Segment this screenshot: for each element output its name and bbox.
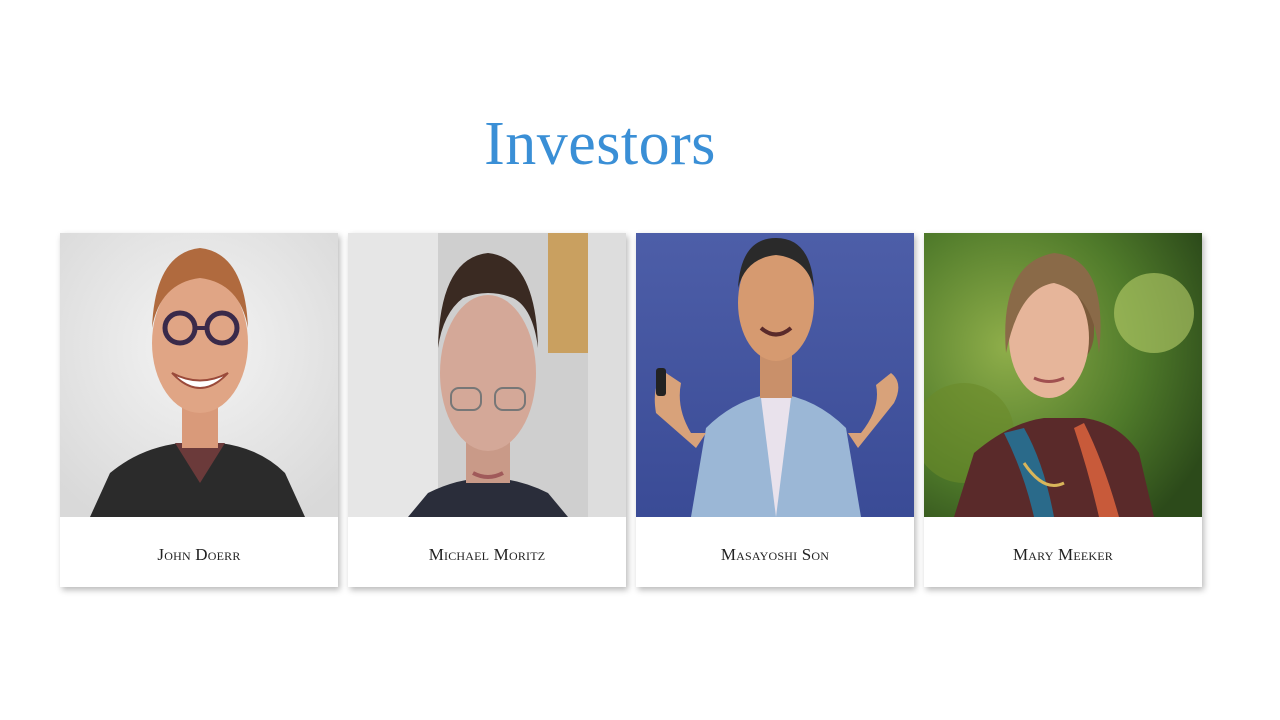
- investor-card-michael-moritz: Michael Moritz: [348, 233, 626, 587]
- investor-cards: John Doerr Michael Moritz Masayoshi Son …: [60, 233, 1206, 591]
- investor-name: John Doerr: [157, 545, 241, 564]
- investor-name: Masayoshi Son: [720, 545, 830, 564]
- investor-photo: [636, 233, 914, 517]
- investor-name: Michael Moritz: [428, 545, 546, 564]
- investor-card-mary-meeker: Mary Meeker: [924, 233, 1202, 587]
- investor-photo: [924, 233, 1202, 517]
- investor-card-masayoshi-son: Masayoshi Son: [636, 233, 914, 587]
- investor-photo: [60, 233, 338, 517]
- slide: Investors John Doerr Michael Moritz Masa…: [0, 0, 1280, 720]
- investor-card-john-doerr: John Doerr: [60, 233, 338, 587]
- investor-name: Mary Meeker: [1012, 545, 1113, 564]
- investor-photo: [348, 233, 626, 517]
- page-title: Investors: [484, 110, 716, 178]
